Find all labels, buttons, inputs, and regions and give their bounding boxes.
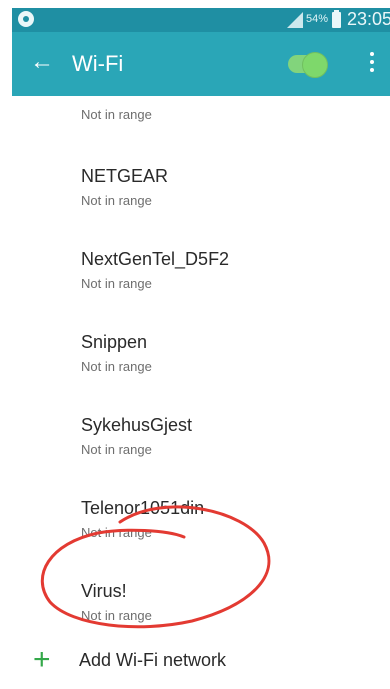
network-name: SykehusGjest (81, 415, 193, 435)
back-arrow-icon[interactable]: ← (30, 48, 54, 76)
network-status: Not in range (81, 442, 152, 457)
battery-icon (332, 10, 341, 28)
network-name: Virus! (81, 581, 127, 601)
network-name: Snippen (81, 332, 148, 352)
network-status: Not in range (81, 359, 152, 374)
network-name: NETGEAR (81, 166, 169, 186)
signal-icon (287, 12, 303, 28)
app-bar: ← Wi-Fi (12, 32, 390, 96)
network-status: Not in range (81, 608, 152, 623)
network-row[interactable]: Telenor1051din Not in range (12, 480, 390, 562)
status-time: 23:05 (346, 9, 390, 29)
network-status: Not in range (81, 193, 152, 208)
page-title: Wi-Fi (72, 51, 124, 76)
more-options-icon[interactable] (368, 50, 376, 78)
network-row[interactable]: NETGEAR Not in range (12, 148, 390, 230)
status-bar: 54% 23:05 (12, 8, 390, 32)
network-name: Telenor1051din (81, 498, 205, 518)
add-network-label: Add Wi-Fi network (79, 650, 227, 670)
network-row[interactable]: Snippen Not in range (12, 314, 390, 396)
wifi-settings-screen: 54% 23:05 ← Wi-Fi Not in range NETGEAR N… (12, 8, 390, 689)
network-row[interactable]: Virus! Not in range (12, 563, 390, 645)
network-status: Not in range (81, 107, 152, 122)
wifi-toggle[interactable] (288, 52, 328, 78)
plus-icon: + (33, 643, 51, 676)
network-row[interactable]: SykehusGjest Not in range (12, 397, 390, 479)
battery-percentage: 54% (305, 13, 328, 25)
toggle-knob (302, 52, 328, 78)
network-name: NextGenTel_D5F2 (81, 249, 230, 269)
app-notification-icon (18, 11, 34, 27)
network-list: Not in range NETGEAR Not in range NextGe… (12, 96, 390, 689)
add-wifi-network-row[interactable]: + Add Wi-Fi network (12, 641, 390, 689)
network-row[interactable]: NextGenTel_D5F2 Not in range (12, 231, 390, 313)
network-status: Not in range (81, 276, 152, 291)
network-status: Not in range (81, 525, 152, 540)
